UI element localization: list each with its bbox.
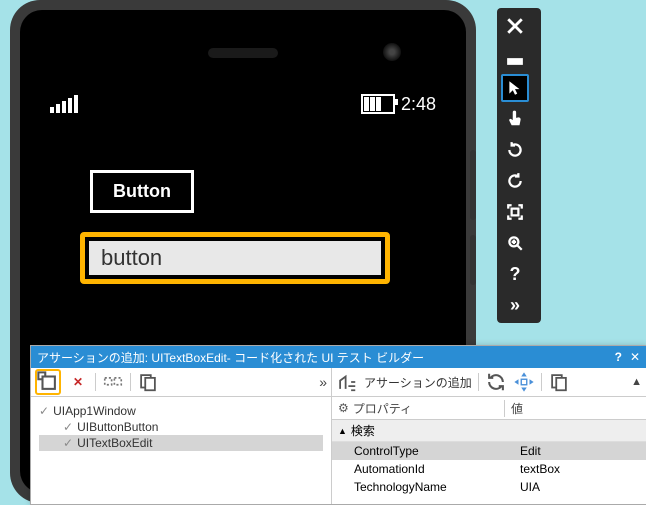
clock: 2:48 bbox=[401, 94, 436, 115]
panel-title: アサーションの追加: UITextBoxEdit- コード化された UI テスト… bbox=[37, 349, 424, 366]
tree-pane: ✕ » ✓ UIApp1Window ✓ UIBut bbox=[31, 368, 332, 504]
touch-icon[interactable] bbox=[501, 105, 529, 133]
tree-label: UIButtonButton bbox=[77, 420, 158, 434]
panel-help-icon[interactable]: ? bbox=[615, 350, 622, 364]
phone-side-button bbox=[470, 235, 476, 285]
copy-props-button[interactable] bbox=[548, 371, 570, 393]
pointer-icon[interactable] bbox=[501, 74, 529, 102]
close-icon[interactable] bbox=[501, 12, 529, 40]
prop-value: textBox bbox=[514, 462, 646, 476]
col-value: 値 bbox=[511, 402, 523, 416]
tree-toolbar: ✕ » bbox=[31, 368, 331, 397]
earpiece bbox=[208, 48, 278, 58]
status-bar: 2:48 bbox=[50, 92, 436, 116]
check-icon: ✓ bbox=[39, 404, 49, 418]
property-section[interactable]: ▲ 検索 bbox=[332, 420, 646, 442]
navigate-button[interactable] bbox=[102, 371, 124, 393]
property-rows: ControlType Edit AutomationId textBox Te… bbox=[332, 442, 646, 496]
tree-row-child[interactable]: ✓ UITextBoxEdit bbox=[39, 435, 323, 451]
tree-row-child[interactable]: ✓ UIButtonButton bbox=[39, 419, 323, 435]
assertion-icon[interactable] bbox=[336, 371, 358, 393]
property-row[interactable]: TechnologyName UIA bbox=[332, 478, 646, 496]
gear-icon: ⚙ bbox=[338, 401, 349, 415]
prop-value: UIA bbox=[514, 480, 646, 494]
rotate-left-icon[interactable] bbox=[501, 136, 529, 164]
battery-icon bbox=[361, 94, 395, 114]
prop-name: AutomationId bbox=[332, 462, 514, 476]
app-textbox[interactable] bbox=[89, 241, 381, 275]
panel-close-icon[interactable]: ✕ bbox=[630, 350, 640, 364]
help-icon[interactable]: ? bbox=[501, 260, 529, 288]
fit-screen-icon[interactable] bbox=[501, 198, 529, 226]
move-button[interactable] bbox=[513, 371, 535, 393]
signal-icon bbox=[50, 95, 78, 113]
prop-name: ControlType bbox=[332, 444, 514, 458]
property-toolbar: アサーションの追加 ▲ bbox=[332, 368, 646, 397]
property-pane: アサーションの追加 ▲ ⚙ プロパティ 値 ▲ bbox=[332, 368, 646, 504]
assertion-panel: アサーションの追加: UITextBoxEdit- コード化された UI テスト… bbox=[30, 345, 646, 505]
check-icon: ✓ bbox=[63, 436, 73, 450]
app-button[interactable]: Button bbox=[90, 170, 194, 213]
tree-label: UIApp1Window bbox=[53, 404, 136, 418]
prop-value: Edit bbox=[514, 444, 646, 458]
check-icon: ✓ bbox=[63, 420, 73, 434]
assertion-label: アサーションの追加 bbox=[364, 374, 472, 391]
emulator-toolbar: ? » bbox=[497, 8, 541, 323]
section-label: 検索 bbox=[351, 422, 375, 439]
property-row[interactable]: AutomationId textBox bbox=[332, 460, 646, 478]
property-row[interactable]: ControlType Edit bbox=[332, 442, 646, 460]
more-icon[interactable]: » bbox=[501, 291, 529, 319]
ui-tree: ✓ UIApp1Window ✓ UIButtonButton ✓ UIText… bbox=[31, 397, 331, 457]
tree-label: UITextBoxEdit bbox=[77, 436, 152, 450]
phone-side-button bbox=[470, 150, 476, 220]
panel-titlebar: アサーションの追加: UITextBoxEdit- コード化された UI テスト… bbox=[31, 346, 646, 368]
rotate-right-icon[interactable] bbox=[501, 167, 529, 195]
col-property: プロパティ bbox=[353, 400, 412, 417]
collapse-button[interactable]: ▲ bbox=[631, 376, 642, 388]
collapse-arrow-icon: ▲ bbox=[338, 426, 347, 436]
minimize-icon[interactable] bbox=[501, 43, 529, 71]
inspection-highlight bbox=[80, 232, 390, 284]
zoom-icon[interactable] bbox=[501, 229, 529, 257]
property-header: ⚙ プロパティ 値 bbox=[332, 397, 646, 420]
tree-row-root[interactable]: ✓ UIApp1Window bbox=[39, 403, 323, 419]
copy-button[interactable] bbox=[137, 371, 159, 393]
refresh-button[interactable] bbox=[485, 371, 507, 393]
prop-name: TechnologyName bbox=[332, 480, 514, 494]
add-control-button[interactable] bbox=[35, 369, 61, 395]
delete-button[interactable]: ✕ bbox=[67, 371, 89, 393]
front-camera bbox=[383, 43, 401, 61]
overflow-button[interactable]: » bbox=[319, 374, 327, 390]
